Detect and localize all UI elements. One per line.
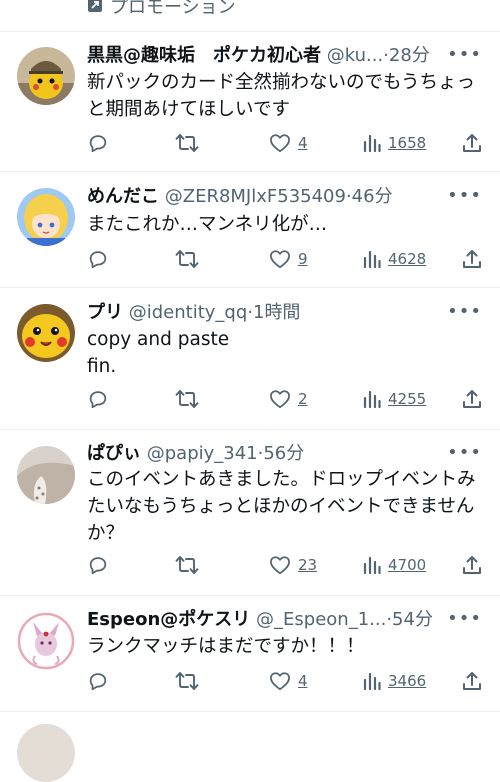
like-count: 4 xyxy=(298,672,308,690)
views-button[interactable]: 4700 xyxy=(363,552,426,578)
reply-button[interactable] xyxy=(87,552,109,578)
view-count: 3466 xyxy=(388,672,427,690)
heart-icon xyxy=(270,134,290,153)
retweet-icon xyxy=(175,134,199,152)
handle-time[interactable]: @identity_qq·1時間 xyxy=(129,302,301,323)
reply-button[interactable] xyxy=(87,386,109,412)
retweet-icon xyxy=(175,672,199,690)
heart-icon xyxy=(270,672,290,691)
share-button[interactable] xyxy=(461,386,483,412)
more-options-icon[interactable]: ••• xyxy=(447,303,482,321)
reply-icon xyxy=(89,135,107,153)
display-name[interactable]: 黒黒@趣味垢 ポケカ初心者 xyxy=(87,45,321,66)
views-icon xyxy=(363,672,381,690)
tweet-actions: 23 4700 xyxy=(87,552,487,578)
views-button[interactable]: 4628 xyxy=(363,246,426,272)
share-icon xyxy=(463,250,481,268)
reply-icon xyxy=(89,557,107,575)
avatar[interactable] xyxy=(17,446,75,504)
tweet[interactable]: プリ @identity_qq·1時間 ••• copy and paste f… xyxy=(0,288,500,430)
tweet[interactable]: ぱぴぃ @papiy_341·56分 ••• このイベントあきました。ドロップイ… xyxy=(0,430,500,596)
share-button[interactable] xyxy=(461,246,483,272)
reply-icon xyxy=(89,673,107,691)
views-button[interactable]: 3466 xyxy=(363,668,426,694)
reply-button[interactable] xyxy=(87,246,109,272)
tweet-actions: 2 4255 xyxy=(87,386,487,412)
more-options-icon[interactable]: ••• xyxy=(447,610,482,628)
like-count: 23 xyxy=(298,556,318,574)
tweet-text: copy and paste fin. xyxy=(87,329,230,377)
views-button[interactable]: 4255 xyxy=(363,386,426,412)
promotion-strip: プロモーション xyxy=(0,0,500,32)
reply-button[interactable] xyxy=(87,130,109,156)
promoted-icon xyxy=(87,0,103,17)
view-count: 4700 xyxy=(388,556,427,574)
like-button[interactable]: 9 xyxy=(269,246,308,272)
avatar[interactable] xyxy=(17,188,75,246)
tweet-actions: 4 3466 xyxy=(87,668,487,694)
like-count: 4 xyxy=(298,134,308,152)
like-button[interactable]: 23 xyxy=(269,552,317,578)
like-button[interactable]: 4 xyxy=(269,668,308,694)
tweet-text: このイベントあきました。ドロップイベントみ たいなもうちょっとほかのイベントでき… xyxy=(87,469,476,544)
like-count: 9 xyxy=(298,250,308,268)
retweet-icon xyxy=(175,556,199,574)
tweet-text: またこれか…マンネリ化が… xyxy=(87,214,328,235)
share-icon xyxy=(463,134,481,152)
avatar[interactable] xyxy=(17,304,75,362)
tweet[interactable]: Espeon@ポケスリ @_Espeon_1...·54分 ••• ランクマッチ… xyxy=(0,596,500,712)
retweet-button[interactable] xyxy=(175,246,199,272)
retweet-button[interactable] xyxy=(175,552,199,578)
more-options-icon[interactable]: ••• xyxy=(447,187,482,205)
reply-icon xyxy=(89,391,107,409)
view-count: 1658 xyxy=(388,134,427,152)
share-button[interactable] xyxy=(461,552,483,578)
share-button[interactable] xyxy=(461,130,483,156)
more-options-icon[interactable]: ••• xyxy=(447,444,482,462)
retweet-icon xyxy=(175,390,199,408)
like-button[interactable]: 4 xyxy=(269,130,308,156)
tweet-text: ランクマッチはまだですか！！！ xyxy=(87,636,365,657)
avatar[interactable] xyxy=(17,612,75,670)
tweet-actions: 4 1658 xyxy=(87,130,487,156)
next-tweet-avatar[interactable] xyxy=(17,724,75,782)
retweet-button[interactable] xyxy=(175,668,199,694)
heart-icon xyxy=(270,390,290,409)
avatar[interactable] xyxy=(17,47,75,105)
reply-button[interactable] xyxy=(87,668,109,694)
views-icon xyxy=(363,134,381,152)
display-name[interactable]: プリ xyxy=(87,302,123,323)
retweet-icon xyxy=(175,250,199,268)
heart-icon xyxy=(270,556,290,575)
display-name[interactable]: めんだこ xyxy=(87,186,159,207)
heart-icon xyxy=(270,250,290,269)
view-count: 4255 xyxy=(388,390,427,408)
display-name[interactable]: Espeon@ポケスリ xyxy=(87,609,250,630)
retweet-button[interactable] xyxy=(175,130,199,156)
reply-icon xyxy=(89,251,107,269)
views-button[interactable]: 1658 xyxy=(363,130,426,156)
more-options-icon[interactable]: ••• xyxy=(447,46,482,64)
promotion-label: プロモーション xyxy=(110,0,236,18)
tweet[interactable]: 黒黒@趣味垢 ポケカ初心者 @ku...·28分 ••• 新パックのカード全然揃… xyxy=(0,32,500,172)
views-icon xyxy=(363,556,381,574)
handle-time[interactable]: @papiy_341·56分 xyxy=(147,443,305,464)
retweet-button[interactable] xyxy=(175,386,199,412)
share-icon xyxy=(463,672,481,690)
share-icon xyxy=(463,390,481,408)
view-count: 4628 xyxy=(388,250,427,268)
handle-time[interactable]: @ku...·28分 xyxy=(327,45,430,66)
views-icon xyxy=(363,390,381,408)
tweet-actions: 9 4628 xyxy=(87,246,487,272)
like-button[interactable]: 2 xyxy=(269,386,308,412)
share-icon xyxy=(463,556,481,574)
share-button[interactable] xyxy=(461,668,483,694)
display-name[interactable]: ぱぴぃ xyxy=(87,443,141,464)
tweet[interactable]: めんだこ @ZER8MJlxF535409·46分 ••• またこれか…マンネリ… xyxy=(0,172,500,288)
handle-time[interactable]: @ZER8MJlxF535409·46分 xyxy=(165,186,393,207)
handle-time[interactable]: @_Espeon_1...·54分 xyxy=(256,609,433,630)
tweet-text: 新パックのカード全然揃わないのでもうちょっ と期間あけてほしいです xyxy=(87,72,475,120)
views-icon xyxy=(363,250,381,268)
like-count: 2 xyxy=(298,390,308,408)
